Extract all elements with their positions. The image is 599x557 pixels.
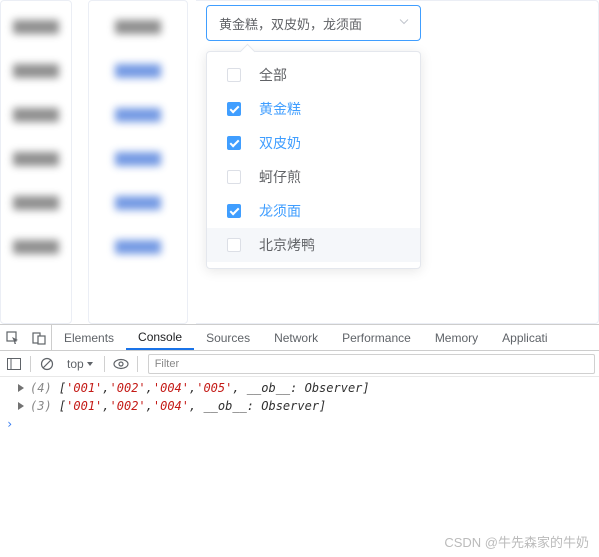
multi-select-input[interactable]: 黄金糕，双皮奶，龙须面 (206, 5, 421, 41)
console-log-line[interactable]: (4) ['001', '002', '004', '005', __ob__:… (0, 379, 599, 397)
select-value: 黄金糕，双皮奶，龙须面 (219, 14, 362, 33)
console-output: (4) ['001', '002', '004', '005', __ob__:… (0, 377, 599, 433)
option-label: 全部 (259, 65, 287, 85)
watermark: CSDN @牛先森家的牛奶 (444, 532, 589, 551)
option-label: 龙须面 (259, 201, 301, 221)
devtools-tabbar: ElementsConsoleSourcesNetworkPerformance… (0, 325, 599, 351)
devtools-panel: ElementsConsoleSourcesNetworkPerformance… (0, 324, 599, 557)
inspect-icon[interactable] (0, 325, 26, 350)
devtools-tab-applicati[interactable]: Applicati (490, 325, 559, 350)
checkbox-icon (227, 136, 241, 150)
select-option[interactable]: 蚵仔煎 (207, 160, 420, 194)
console-log-line[interactable]: (3) ['001', '002', '004', __ob__: Observ… (0, 397, 599, 415)
select-option[interactable]: 全部 (207, 58, 420, 92)
console-toolbar: top Filter (0, 351, 599, 377)
devtools-tab-console[interactable]: Console (126, 325, 194, 350)
devtools-tab-network[interactable]: Network (262, 325, 330, 350)
select-option[interactable]: 北京烤鸭 (207, 228, 420, 262)
checkbox-icon (227, 68, 241, 82)
table-col-1 (0, 0, 72, 324)
select-option[interactable]: 双皮奶 (207, 126, 420, 160)
checkbox-icon (227, 102, 241, 116)
select-option[interactable]: 黄金糕 (207, 92, 420, 126)
checkbox-icon (227, 204, 241, 218)
devtools-tab-sources[interactable]: Sources (194, 325, 262, 350)
checkbox-icon (227, 238, 241, 252)
device-toggle-icon[interactable] (26, 325, 52, 350)
devtools-tab-elements[interactable]: Elements (52, 325, 126, 350)
filter-input[interactable]: Filter (148, 354, 595, 374)
devtools-tab-memory[interactable]: Memory (423, 325, 490, 350)
table-col-2 (88, 0, 188, 324)
context-selector[interactable]: top (63, 357, 98, 371)
option-label: 黄金糕 (259, 99, 301, 119)
console-prompt[interactable]: › (0, 415, 599, 433)
checkbox-icon (227, 170, 241, 184)
clear-console-icon[interactable] (37, 354, 57, 374)
option-label: 双皮奶 (259, 133, 301, 153)
chevron-down-icon (398, 16, 410, 31)
devtools-tab-performance[interactable]: Performance (330, 325, 423, 350)
select-option[interactable]: 龙须面 (207, 194, 420, 228)
select-dropdown: 全部黄金糕双皮奶蚵仔煎龙须面北京烤鸭 (206, 51, 421, 269)
option-label: 北京烤鸭 (259, 235, 315, 255)
sidebar-toggle-icon[interactable] (4, 354, 24, 374)
live-expression-icon[interactable] (111, 354, 131, 374)
option-label: 蚵仔煎 (259, 167, 301, 187)
